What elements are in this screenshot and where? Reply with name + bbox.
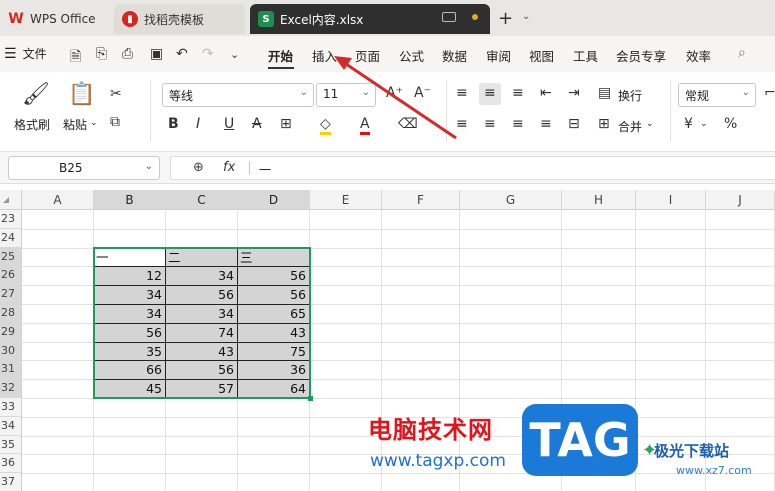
wps-window: W WPS Office ▮ 找稻壳模板 S Excel内容.xlsx + ⌄ … [0,0,775,491]
annotation-arrow [334,56,457,140]
annotation-arrow-line [345,62,457,140]
